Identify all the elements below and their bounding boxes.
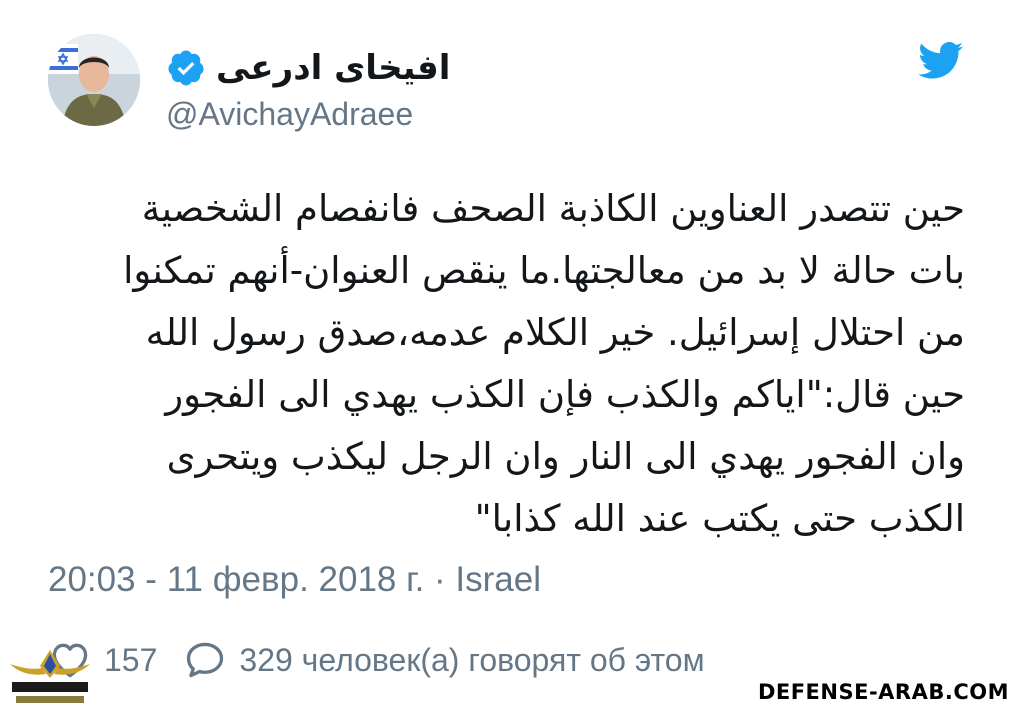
twitter-bird-icon[interactable]	[918, 42, 964, 80]
tweet-timestamp[interactable]: 20:03 - 11 февр. 2018 г. · Israel	[48, 560, 541, 600]
avatar[interactable]	[48, 34, 140, 126]
like-count: 157	[104, 641, 158, 678]
watermark-logo	[10, 650, 90, 703]
reply-count-text: 329 человек(а) говорят об этом	[239, 641, 705, 678]
speech-bubble-icon	[187, 642, 224, 678]
tweet-actions: 157 329 человек(а) говорят об этом	[48, 636, 705, 684]
watermark-site-text: DEFENSE-ARAB.COM	[757, 680, 1009, 704]
avatar-photo	[48, 34, 140, 126]
reply-button[interactable]: 329 человек(а) говорят об этом	[183, 638, 705, 682]
tweet-text-line: حين تتصدر العناوين الكاذبة الصحف فانفصام…	[141, 187, 965, 230]
tweet-text-line: حين قال:"اياكم والكذب فإن الكذب يهدي الى…	[165, 373, 965, 416]
tweet-text-line: وان الفجور يهدي الى النار وان الرجل ليكذ…	[166, 435, 965, 478]
tweet-text-line: من احتلال إسرائيل. خير الكلام عدمه،صدق ر…	[145, 311, 965, 354]
author-handle[interactable]: @AvichayAdraee	[166, 96, 413, 133]
verified-badge-icon	[168, 50, 204, 86]
tweet-text: حين تتصدر العناوين الكاذبة الصحف فانفصام…	[40, 178, 965, 550]
author-display-name[interactable]: افيخاى ادرعى	[216, 48, 450, 88]
tweet-text-line: بات حالة لا بد من معالجتها.ما ينقص العنو…	[123, 249, 965, 292]
author-name-row: افيخاى ادرعى	[166, 42, 450, 94]
tweet-text-line: الكذب حتى يكتب عند الله كذابا"	[474, 497, 965, 540]
